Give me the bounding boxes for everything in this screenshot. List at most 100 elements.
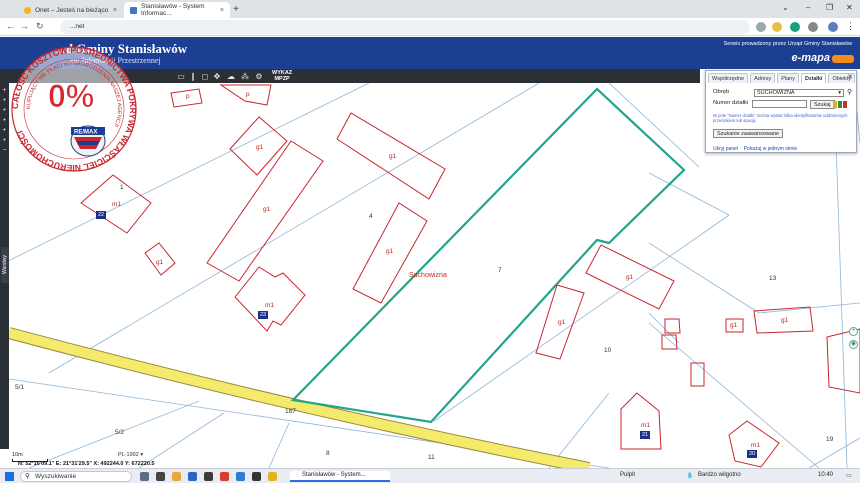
cloud-icon[interactable]: ☁ bbox=[226, 71, 236, 81]
restore-icon[interactable]: ❐ bbox=[826, 3, 833, 12]
crs-select[interactable]: PL-1992 ▾ bbox=[118, 452, 143, 458]
reload-icon[interactable]: ↻ bbox=[36, 21, 44, 32]
building-label: m1 bbox=[265, 302, 275, 309]
more-menu-icon[interactable]: ⋮ bbox=[846, 22, 856, 32]
minimize-icon[interactable]: – bbox=[806, 3, 810, 12]
warstwy-tab[interactable]: Warstwy bbox=[1, 247, 9, 283]
app-icon[interactable] bbox=[156, 472, 165, 481]
zoom-level-dot[interactable]: • bbox=[0, 97, 9, 104]
wykaz-mpzp-button[interactable]: WYKAZ MPZP bbox=[272, 70, 292, 82]
pulpit-label[interactable]: Pulpit bbox=[620, 472, 635, 478]
print-icon[interactable]: ▭ bbox=[176, 71, 186, 81]
address-badge: 23 bbox=[258, 311, 268, 319]
close-panel-icon[interactable]: ✕ bbox=[847, 73, 853, 81]
close-tab-icon[interactable]: × bbox=[113, 7, 117, 14]
panel-tabs: Współrzędne Adresy Plany Działki Obiekty bbox=[706, 71, 856, 83]
notifications-icon[interactable]: ▭ bbox=[846, 472, 852, 479]
tab-wspolrzedne[interactable]: Współrzędne bbox=[708, 73, 749, 83]
terminal-icon[interactable] bbox=[252, 472, 261, 481]
browser-tab-onet[interactable]: Onet – Jesteś na bieżąco × bbox=[18, 2, 123, 18]
measure-line-icon[interactable]: ∥ bbox=[188, 71, 198, 81]
parcel-number: 5/1 bbox=[15, 384, 25, 391]
left-zoom-strip: + • • • • • − Warstwy bbox=[0, 69, 9, 449]
tab-label: Stanisławów - System Informac... bbox=[141, 3, 205, 17]
chrome-icon[interactable] bbox=[268, 472, 277, 481]
store-icon[interactable] bbox=[204, 472, 213, 481]
color-swatch-icon[interactable] bbox=[838, 101, 842, 108]
map-plus-icon[interactable]: + bbox=[849, 327, 858, 336]
profile-avatar-icon[interactable] bbox=[828, 22, 838, 32]
zoom-level-dot[interactable]: • bbox=[0, 117, 9, 124]
objects-icon[interactable]: ⁂ bbox=[240, 71, 250, 81]
building-label: p bbox=[186, 93, 190, 100]
obreb-select[interactable]: SUCHOWIZNA ▾ bbox=[754, 89, 844, 97]
building-label: g1 bbox=[156, 259, 164, 266]
building-label: m1 bbox=[751, 442, 761, 449]
tab-dzialki[interactable]: Działki bbox=[801, 73, 827, 83]
search-panel: Współrzędne Adresy Plany Działki Obiekty… bbox=[705, 70, 857, 153]
browser-tab-stanislawow[interactable]: Stanisławów - System Informac... × bbox=[124, 2, 230, 18]
building-label: g1 bbox=[256, 144, 264, 151]
coordinates-readout: N: 52°16'09.1" E: 21°31'29.5" X: 492244.… bbox=[18, 461, 155, 467]
map-locate-icon[interactable]: ◉ bbox=[849, 340, 858, 349]
tab-adresy[interactable]: Adresy bbox=[750, 73, 776, 83]
panel-links: Ukryj panel Pokazuj w jednym oknie bbox=[713, 146, 797, 152]
parcel-number: 10 bbox=[604, 347, 612, 354]
taskbar-app-stanislawow[interactable]: Stanisławów - System... bbox=[290, 471, 390, 482]
address-badge: 22 bbox=[96, 211, 106, 219]
info-click-icon[interactable]: ✥ bbox=[212, 71, 222, 81]
weather-text[interactable]: Bardzo wilgotno bbox=[698, 472, 741, 478]
close-tab-icon[interactable]: × bbox=[220, 7, 224, 14]
chevron-down-icon[interactable]: ⌄ bbox=[782, 3, 789, 12]
edge-icon[interactable] bbox=[236, 472, 245, 481]
mail-icon[interactable] bbox=[188, 472, 197, 481]
file-explorer-icon[interactable] bbox=[172, 472, 181, 481]
zoom-level-dot[interactable]: • bbox=[0, 107, 9, 114]
office-icon[interactable] bbox=[220, 472, 229, 481]
crs-label: PL-1992 bbox=[118, 452, 139, 458]
url-input[interactable]: ...net bbox=[60, 20, 750, 34]
new-tab-icon[interactable]: + bbox=[233, 4, 239, 15]
advanced-search-button[interactable]: Szukanie zaawansowane bbox=[713, 129, 784, 138]
parcel-number: 19 bbox=[826, 436, 834, 443]
building-label: p bbox=[246, 91, 250, 98]
tab-plany[interactable]: Plany bbox=[777, 73, 799, 83]
zoom-out-icon[interactable]: − bbox=[0, 147, 9, 154]
parcel-number: 187 bbox=[285, 408, 296, 415]
map-toolbar: ≡ ▭ ∥ ◻ ✥ ☁ ⁂ ⚙ WYKAZ MPZP bbox=[0, 69, 700, 83]
obreb-value: SUCHOWIZNA bbox=[757, 90, 795, 96]
weather-icon: 💧 bbox=[686, 473, 694, 479]
building-label: g1 bbox=[263, 206, 271, 213]
zoom-level-dot[interactable]: • bbox=[0, 137, 9, 144]
settings-icon[interactable]: ⚙ bbox=[254, 71, 264, 81]
search-icon[interactable]: ⚲ bbox=[847, 88, 852, 96]
forward-icon[interactable]: → bbox=[20, 21, 29, 31]
extension-icon[interactable] bbox=[790, 22, 800, 32]
parcel-number: 5/2 bbox=[115, 429, 125, 436]
page-header: ...d Gminy Stanisławów ...em Informacji … bbox=[0, 37, 860, 69]
extensions-puzzle-icon[interactable] bbox=[808, 22, 818, 32]
color-swatch-icon[interactable] bbox=[833, 101, 837, 108]
parcel-number: 8 bbox=[326, 450, 330, 457]
search-hint: W pole "Numer działki" można wpisać kilk… bbox=[713, 113, 848, 123]
close-window-icon[interactable]: ✕ bbox=[846, 3, 853, 12]
windows-start-icon[interactable] bbox=[5, 472, 14, 481]
zoom-level-dot[interactable]: • bbox=[0, 127, 9, 134]
eye-off-icon[interactable] bbox=[756, 22, 766, 32]
task-view-icon[interactable] bbox=[140, 472, 149, 481]
back-icon[interactable]: ← bbox=[6, 21, 15, 31]
parcel-number: 11 bbox=[428, 454, 435, 461]
clock[interactable]: 10:40 bbox=[818, 472, 833, 478]
taskbar-search[interactable]: Wyszukiwanie bbox=[20, 471, 132, 482]
page-subtitle: ...em Informacji Przestrzennej bbox=[64, 56, 161, 65]
zoom-in-icon[interactable]: + bbox=[0, 87, 9, 94]
bookmark-star-icon[interactable] bbox=[772, 22, 782, 32]
emapa-badge bbox=[832, 55, 854, 63]
building-label: g1 bbox=[781, 317, 789, 324]
color-swatch-icon[interactable] bbox=[843, 101, 847, 108]
hide-panel-link[interactable]: Ukryj panel bbox=[713, 146, 738, 152]
numer-dzialki-input[interactable] bbox=[752, 100, 807, 108]
szukaj-button[interactable]: Szukaj bbox=[810, 100, 835, 109]
measure-area-icon[interactable]: ◻ bbox=[200, 71, 210, 81]
single-window-link[interactable]: Pokazuj w jednym oknie bbox=[744, 146, 798, 152]
